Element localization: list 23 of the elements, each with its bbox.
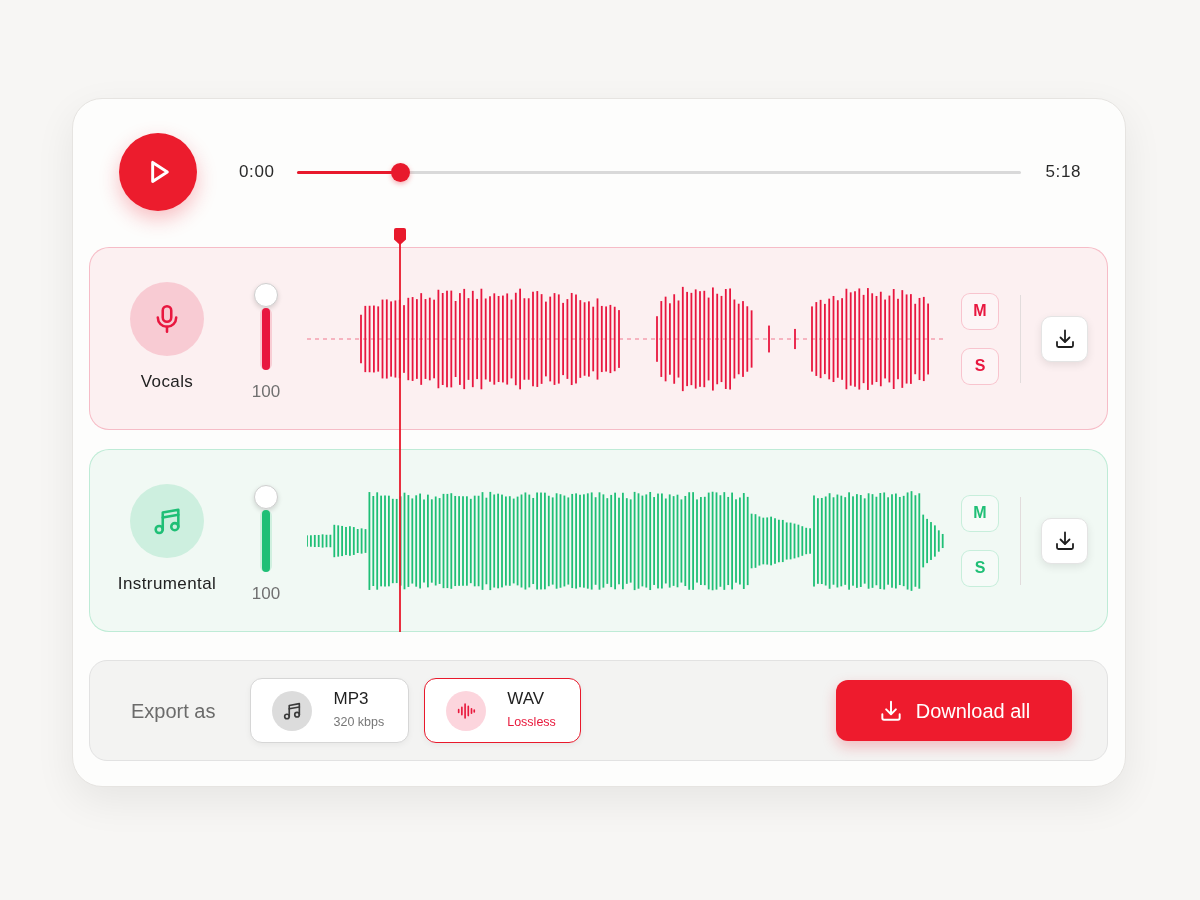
volume-reading: 100 <box>251 382 281 402</box>
play-button[interactable] <box>119 133 197 211</box>
solo-button[interactable]: S <box>961 347 999 385</box>
current-time: 0:00 <box>239 161 275 184</box>
format-option[interactable]: WAV Lossless <box>424 678 581 743</box>
playhead[interactable] <box>394 228 407 632</box>
volume-thumb[interactable] <box>254 283 278 307</box>
volume-thumb[interactable] <box>254 485 278 509</box>
download-button[interactable] <box>1041 517 1088 564</box>
track-name: Instrumental <box>117 573 217 596</box>
mute-button[interactable]: M <box>961 292 999 330</box>
music-note-icon <box>272 690 313 731</box>
download-all-button[interactable]: Download all <box>836 680 1072 741</box>
export-label: Export as <box>131 698 216 724</box>
volume-reading: 100 <box>251 584 281 604</box>
sound-wave-icon <box>446 690 487 731</box>
mute-button[interactable]: M <box>961 494 999 532</box>
solo-button[interactable]: S <box>961 549 999 587</box>
track-name: Vocals <box>140 371 194 394</box>
format-option[interactable]: MP3 320 kbps <box>250 678 410 743</box>
download-button[interactable] <box>1041 315 1088 362</box>
duration: 5:18 <box>1045 161 1081 184</box>
seek-thumb[interactable] <box>390 162 410 182</box>
